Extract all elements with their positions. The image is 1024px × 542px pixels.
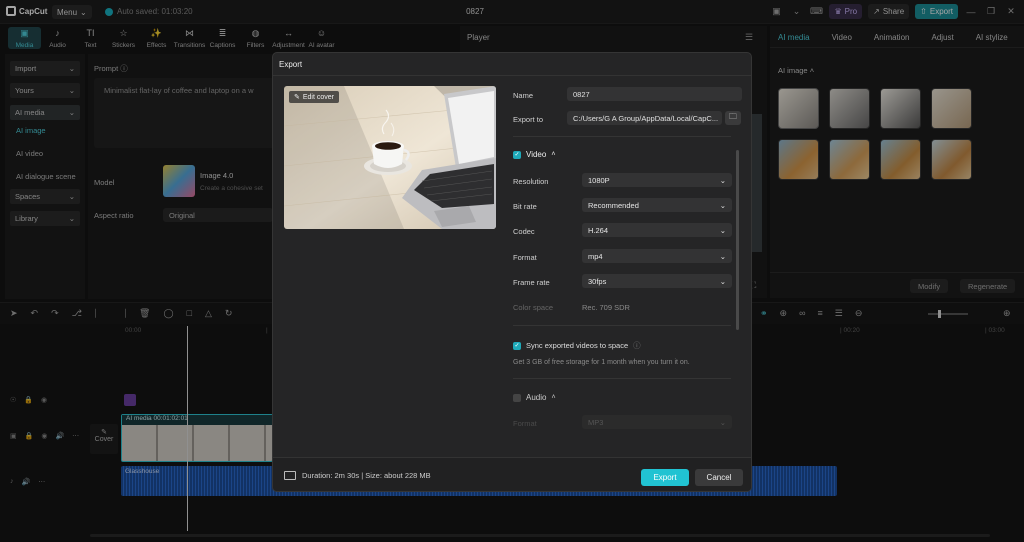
chevron-down-icon: ⌄ (719, 175, 726, 185)
export-path-value: C:/Users/G A Group/AppData/Local/CapC... (573, 113, 719, 123)
chevron-down-icon: ⌄ (719, 276, 726, 286)
export-dialog: Export ✎ Edit cover Name 0827 Export to … (272, 52, 752, 492)
name-label: Name (513, 91, 534, 100)
audio-format-label: Format (513, 419, 537, 428)
info-icon[interactable]: ⓘ (633, 340, 641, 351)
audio-checkbox[interactable] (513, 393, 521, 402)
resolution-value: 1080P (588, 175, 610, 185)
export-to-label: Export to (513, 115, 544, 124)
film-icon (284, 471, 296, 480)
video-checkbox[interactable]: ✓ (513, 150, 521, 159)
chevron-up-icon: ˄ (551, 151, 556, 158)
format-select[interactable]: mp4 ⌄ (582, 249, 732, 263)
pencil-icon: ✎ (294, 94, 300, 101)
edit-cover-label: Edit cover (302, 93, 334, 101)
title-divider (273, 75, 751, 76)
chevron-down-icon: ⌄ (719, 225, 726, 235)
dialog-footer: Duration: 2m 30s | Size: about 228 MB Ex… (273, 457, 751, 491)
audio-format-value: MP3 (588, 417, 604, 427)
audio-format-select: MP3 ⌄ (582, 415, 732, 429)
chevron-up-icon: ˄ (551, 394, 556, 401)
video-section-header[interactable]: ✓ Video ˄ (513, 150, 555, 159)
section-divider (513, 325, 731, 326)
sync-checkbox[interactable]: ✓ (513, 341, 521, 350)
framerate-label: Frame rate (513, 278, 550, 287)
resolution-select[interactable]: 1080P ⌄ (582, 173, 732, 187)
bitrate-select[interactable]: Recommended ⌄ (582, 198, 732, 212)
bitrate-label: Bit rate (513, 202, 537, 211)
export-info: Duration: 2m 30s | Size: about 228 MB (284, 471, 431, 480)
framerate-value: 30fps (588, 276, 607, 286)
cancel-button[interactable]: Cancel (695, 469, 743, 486)
bitrate-value: Recommended (588, 200, 639, 210)
export-path-input[interactable]: C:/Users/G A Group/AppData/Local/CapC... (567, 111, 722, 125)
colorspace-label: Color space (513, 303, 554, 312)
video-section-label: Video (526, 150, 547, 159)
section-divider (513, 136, 731, 137)
codec-label: Codec (513, 227, 535, 236)
format-label: Format (513, 253, 537, 262)
framerate-select[interactable]: 30fps ⌄ (582, 274, 732, 288)
chevron-down-icon: ⌄ (719, 200, 726, 210)
sync-label: Sync exported videos to space (526, 341, 629, 350)
export-button[interactable]: Export (641, 469, 689, 486)
resolution-label: Resolution (513, 177, 549, 186)
codec-select[interactable]: H.264 ⌄ (582, 223, 732, 237)
sync-note: Get 3 GB of free storage for 1 month whe… (513, 359, 690, 366)
audio-section-header[interactable]: Audio ˄ (513, 393, 556, 402)
cover-image (284, 86, 496, 229)
dialog-title: Export (279, 60, 303, 69)
name-value: 0827 (573, 89, 590, 99)
colorspace-value: Rec. 709 SDR (582, 303, 630, 312)
chevron-down-icon: ⌄ (719, 251, 726, 261)
folder-icon[interactable]: 🗀 (725, 111, 741, 125)
name-input[interactable]: 0827 (567, 87, 742, 101)
cover-preview: ✎ Edit cover (284, 86, 496, 229)
edit-cover-button[interactable]: ✎ Edit cover (289, 91, 339, 103)
format-value: mp4 (588, 251, 603, 261)
settings-scrollbar[interactable] (736, 150, 739, 330)
audio-section-label: Audio (526, 393, 547, 402)
sync-row[interactable]: ✓ Sync exported videos to space ⓘ (513, 340, 641, 351)
codec-value: H.264 (588, 225, 609, 235)
export-info-text: Duration: 2m 30s | Size: about 228 MB (302, 471, 431, 480)
section-divider (513, 378, 731, 379)
chevron-down-icon: ⌄ (719, 417, 726, 427)
